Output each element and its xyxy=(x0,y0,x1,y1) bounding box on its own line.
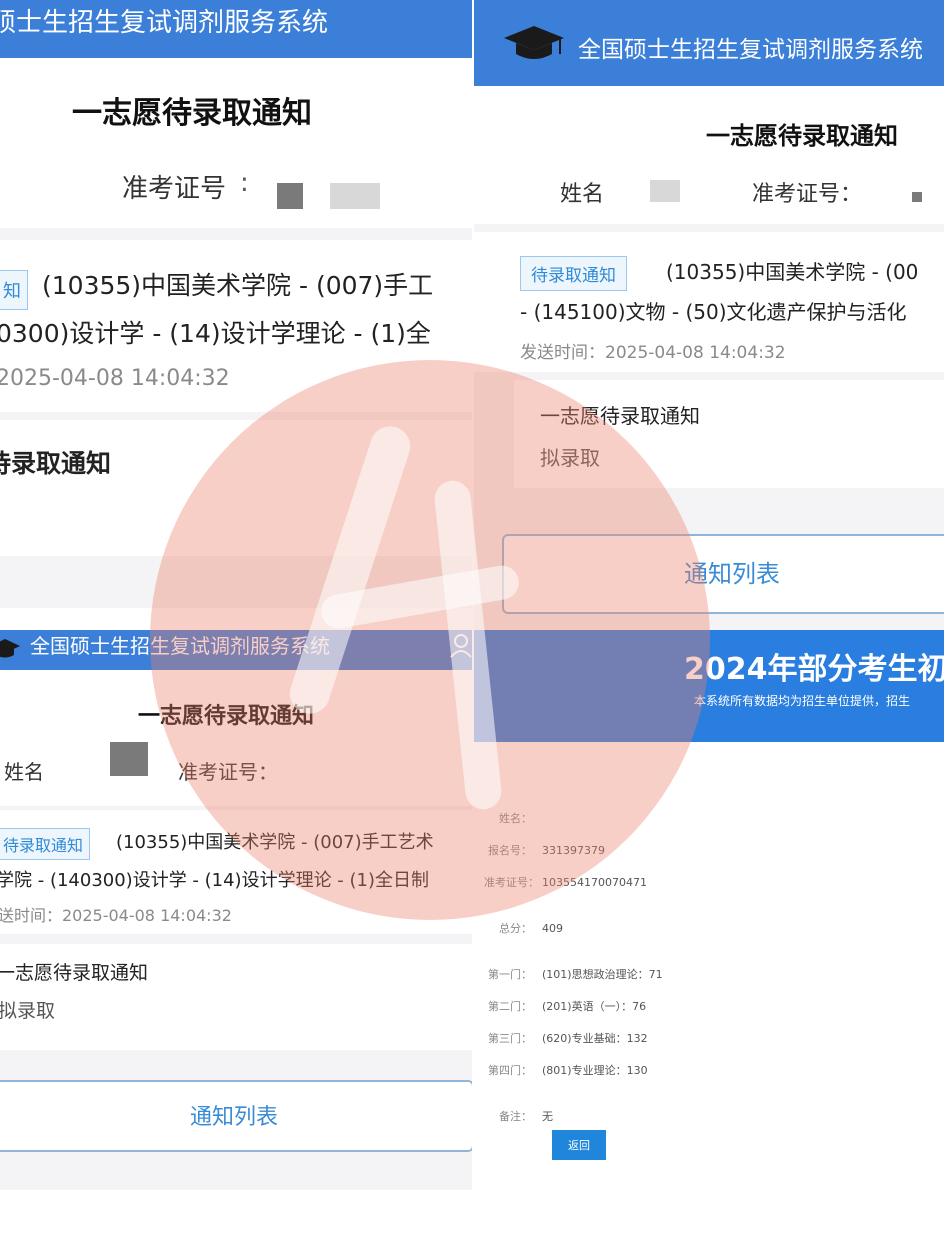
title-card xyxy=(474,86,944,224)
send-time: 2025-04-08 14:04:32 xyxy=(0,366,230,391)
notice-line-1: (10355)中国美术学院 - (007)手工艺术 xyxy=(116,832,434,853)
info-value: (801)专业理论：130 xyxy=(542,1064,648,1077)
section-title: 一志愿待录取通知 xyxy=(0,962,149,984)
info-row: 总分： 409 xyxy=(484,920,563,936)
info-value: 331397379 xyxy=(542,844,605,857)
notice-line-1: (10355)中国美术学院 - (007)手工 xyxy=(42,271,434,300)
results-banner: 2024年部分考生初 本系统所有数据均为招生单位提供，招生 xyxy=(474,630,944,742)
send-time: 发送时间：2025-04-08 14:04:32 xyxy=(520,343,786,363)
system-header: 硕士生招生复试调剂服务系统 xyxy=(0,0,472,58)
info-key: 报名号： xyxy=(488,844,532,857)
graduation-cap-icon xyxy=(0,639,20,658)
section-value: 拟录取 xyxy=(0,1000,56,1022)
redacted-exam-no xyxy=(277,183,303,209)
system-header: 全国硕士生招生复试调剂服务系统 xyxy=(0,630,472,670)
panel-top-left: 硕士生招生复试调剂服务系统 一志愿待录取通知 准考证号 : 知 (10355)中… xyxy=(0,0,472,608)
user-icon[interactable] xyxy=(450,634,472,658)
info-value: (101)思想政治理论：71 xyxy=(542,968,663,981)
section-card xyxy=(0,420,472,556)
system-title: 全国硕士生招生复试调剂服务系统 xyxy=(578,37,923,63)
notice-title: 一志愿待录取通知 xyxy=(138,704,315,729)
banner-title: 2024年部分考生初 xyxy=(684,652,944,687)
system-header: 全国硕士生招生复试调剂服务系统 xyxy=(474,0,944,86)
notice-list-button[interactable]: 通知列表 xyxy=(0,1080,472,1152)
send-time: 送时间：2025-04-08 14:04:32 xyxy=(0,906,232,925)
exam-no-label: 准考证号： xyxy=(752,182,863,207)
status-badge: 知 xyxy=(0,270,28,310)
section-card xyxy=(514,380,944,488)
section-value: 拟录取 xyxy=(540,446,600,470)
notice-line-2: 学院 - (140300)设计学 - (14)设计学理论 - (1)全日制 xyxy=(0,870,430,891)
exam-no-label: 准考证号： xyxy=(178,760,278,784)
return-button[interactable]: 返回 xyxy=(552,1130,606,1160)
status-badge: 待录取通知 xyxy=(520,256,627,291)
status-badge: 待录取通知 xyxy=(0,828,91,860)
info-key: 第二门： xyxy=(488,1000,532,1013)
notice-title: 一志愿待录取通知 xyxy=(72,96,312,131)
info-value: (620)专业基础：132 xyxy=(542,1032,648,1045)
notice-list-button[interactable]: 通知列表 xyxy=(502,534,944,614)
info-row: 备注： 无 xyxy=(484,1108,553,1124)
colon-text: : xyxy=(240,168,249,198)
info-key: 第一门： xyxy=(488,968,532,981)
redacted-exam-no-2 xyxy=(330,183,380,209)
banner-subtitle: 本系统所有数据均为招生单位提供，招生 xyxy=(694,694,911,708)
info-row: 第四门： (801)专业理论：130 xyxy=(484,1062,648,1078)
notice-line-1: (10355)中国美术学院 - (00 xyxy=(666,260,919,284)
notice-title: 一志愿待录取通知 xyxy=(706,122,898,150)
name-label: 姓名 xyxy=(560,182,605,207)
system-title: 全国硕士生招生复试调剂服务系统 xyxy=(30,634,330,658)
redacted-exam-no xyxy=(912,192,922,202)
redacted-name xyxy=(110,742,148,776)
info-value: 103554170070471 xyxy=(542,876,647,889)
notice-line-2: 0300)设计学 - (14)设计学理论 - (1)全 xyxy=(0,319,431,348)
info-row: 报名号： 331397379 xyxy=(484,842,605,858)
info-key: 总分： xyxy=(499,922,532,935)
section-title: 待录取通知 xyxy=(0,449,112,478)
notice-line-2: - (145100)文物 - (50)文化遗产保护与活化 xyxy=(520,300,907,324)
info-row: 姓名： xyxy=(484,810,542,826)
info-value: (201)英语（一）：76 xyxy=(542,1000,647,1013)
panel-bottom-left: 全国硕士生招生复试调剂服务系统 一志愿待录取通知 姓名 准考证号： 待录取通知 … xyxy=(0,630,472,1190)
info-row: 第一门： (101)思想政治理论：71 xyxy=(484,966,663,982)
exam-no-label: 准考证号 xyxy=(122,174,227,204)
info-key: 姓名： xyxy=(499,812,532,825)
section-title: 一志愿待录取通知 xyxy=(540,404,700,428)
system-title: 硕士生招生复试调剂服务系统 xyxy=(0,8,329,38)
info-row: 第三门： (620)专业基础：132 xyxy=(484,1030,648,1046)
info-row: 准考证号： 103554170070471 xyxy=(484,874,647,890)
panel-bottom-right: 2024年部分考生初 本系统所有数据均为招生单位提供，招生 姓名： 报名号： 331… xyxy=(474,630,944,1190)
info-key: 备注： xyxy=(499,1110,532,1123)
info-key: 第四门： xyxy=(488,1064,532,1077)
info-value: 409 xyxy=(542,922,563,935)
info-value: 无 xyxy=(542,1110,553,1123)
panel-top-right: 全国硕士生招生复试调剂服务系统 一志愿待录取通知 姓名 准考证号： 待录取通知 … xyxy=(474,0,944,630)
redacted-name xyxy=(650,180,680,202)
title-card xyxy=(0,670,472,806)
graduation-cap-icon xyxy=(504,26,564,59)
name-label: 姓名 xyxy=(4,760,44,784)
info-key: 第三门： xyxy=(488,1032,532,1045)
info-row: 第二门： (201)英语（一）：76 xyxy=(484,998,646,1014)
info-key: 准考证号： xyxy=(484,876,539,889)
title-card xyxy=(0,58,472,228)
